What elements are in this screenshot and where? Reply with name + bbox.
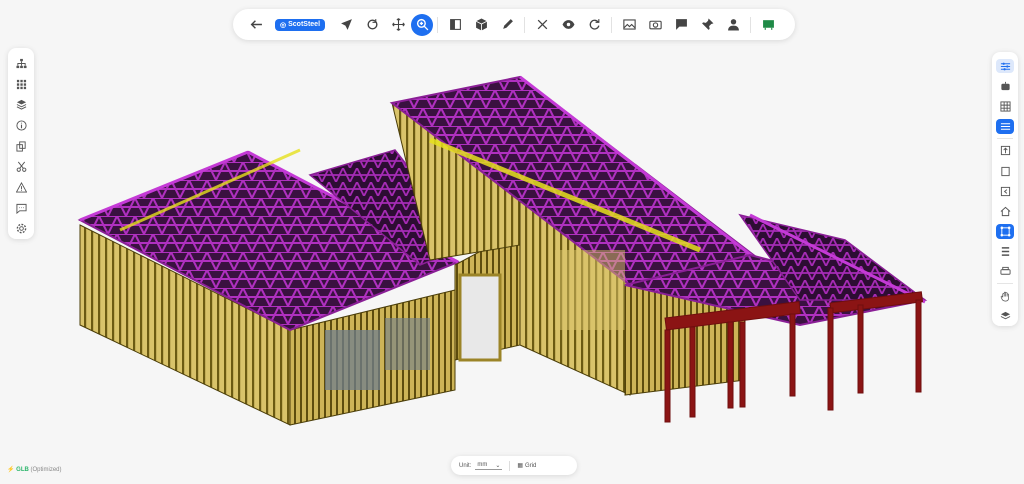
select-pointer-icon[interactable] [333, 12, 359, 38]
settings-icon[interactable] [12, 221, 30, 236]
stack-lines-icon[interactable] [996, 244, 1014, 259]
grid-icon[interactable] [12, 76, 30, 91]
home-icon[interactable] [996, 204, 1014, 219]
info-icon[interactable] [12, 118, 30, 133]
bottom-bar: Unit: mm ⌄ ▦ Grid [451, 456, 577, 475]
top-toolbar: ◎ ScotSteel [233, 9, 795, 40]
status-indicator: ⚡ GLB (Optimized) [7, 466, 62, 473]
camera-icon[interactable] [642, 12, 668, 38]
cube-icon[interactable] [468, 12, 494, 38]
scissors-icon[interactable] [12, 159, 30, 174]
unit-value: mm [477, 462, 488, 468]
left-sidebar [8, 48, 34, 239]
hand-icon[interactable] [996, 289, 1014, 304]
brand-badge[interactable]: ◎ ScotSteel [275, 18, 326, 31]
grid-toggle[interactable]: ▦ Grid [517, 462, 537, 470]
pan-icon[interactable] [385, 12, 411, 38]
back-step-icon[interactable] [996, 184, 1014, 199]
bottom-divider [509, 460, 511, 471]
hierarchy-icon[interactable] [12, 56, 30, 71]
visibility-eye-icon[interactable] [555, 12, 581, 38]
layers-icon[interactable] [996, 309, 1014, 324]
filters-icon[interactable] [996, 58, 1014, 74]
grid-icon: ▦ [517, 463, 524, 469]
person-icon[interactable] [720, 12, 746, 38]
brand-logo-icon: ◎ [280, 21, 287, 29]
section-box-icon[interactable] [442, 12, 468, 38]
list-icon[interactable] [996, 118, 1014, 134]
reset-rotate-icon[interactable] [581, 12, 607, 38]
measure-icon[interactable] [996, 223, 1014, 239]
bolt-icon: ⚡ [7, 467, 15, 473]
chevron-down-icon: ⌄ [495, 462, 501, 469]
table-icon[interactable] [996, 99, 1014, 114]
unit-select[interactable]: mm ⌄ [475, 462, 503, 470]
pin-icon[interactable] [694, 12, 720, 38]
warning-icon[interactable] [12, 180, 30, 195]
zoom-icon[interactable] [411, 13, 434, 36]
green-board-icon[interactable] [755, 12, 781, 38]
sidebar-divider [997, 283, 1013, 284]
toolbar-divider [750, 16, 752, 33]
sidebar-divider [997, 138, 1013, 139]
print-icon[interactable] [996, 264, 1014, 279]
toolbar-divider [524, 16, 526, 33]
chat-icon[interactable] [12, 200, 30, 215]
grid-label: Grid [525, 462, 537, 469]
back-icon[interactable] [243, 12, 269, 38]
status-note: (Optimized) [30, 467, 62, 473]
models-icon[interactable] [12, 138, 30, 153]
model-viewport[interactable] [0, 0, 1024, 484]
robot-icon[interactable] [996, 79, 1014, 94]
close-x-icon[interactable] [529, 12, 555, 38]
frame-icon[interactable] [996, 164, 1014, 179]
layers-icon[interactable] [12, 97, 30, 112]
toolbar-divider [611, 16, 613, 33]
unit-label: Unit: [459, 462, 472, 469]
brand-label: ScotSteel [288, 21, 321, 28]
orbit-icon[interactable] [359, 12, 385, 38]
image-icon[interactable] [616, 12, 642, 38]
comment-icon[interactable] [668, 12, 694, 38]
right-sidebar [992, 52, 1018, 326]
toolbar-divider [437, 16, 439, 33]
export-icon[interactable] [996, 144, 1014, 159]
status-mode: GLB [16, 467, 29, 473]
markup-pen-icon[interactable] [494, 12, 520, 38]
